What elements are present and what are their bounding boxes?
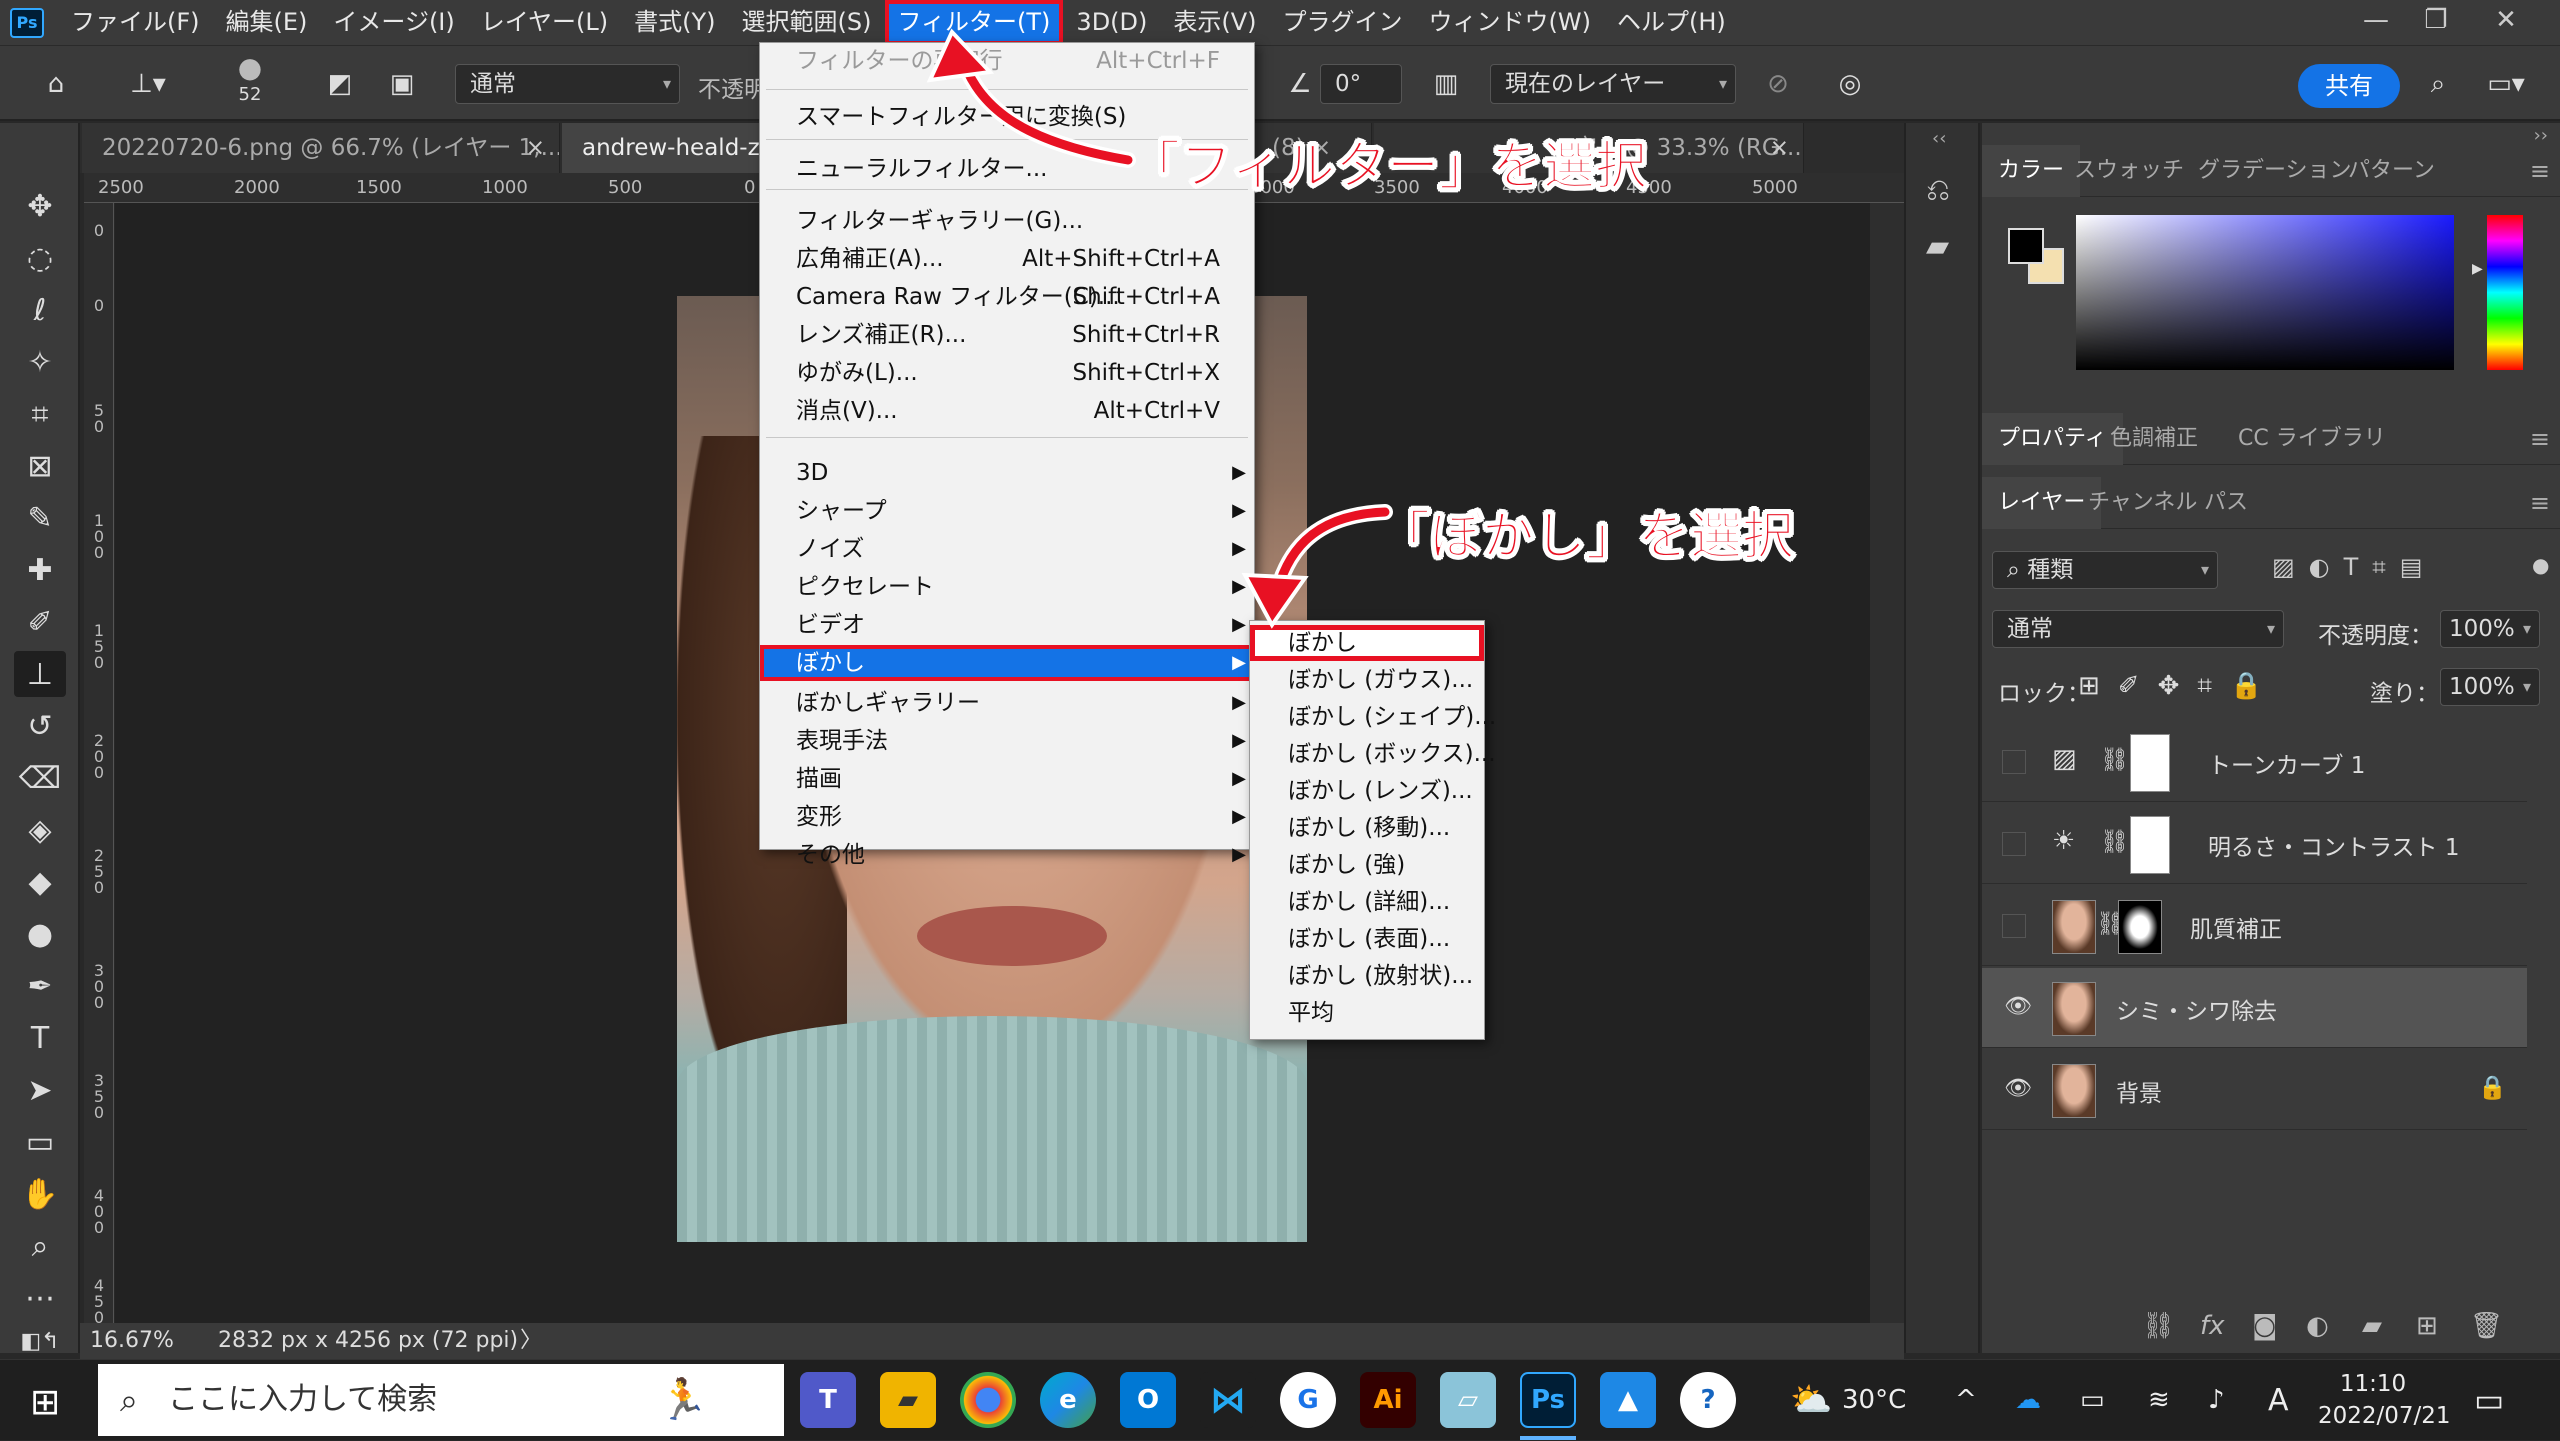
search-icon: ⌕ <box>120 1381 138 1419</box>
photos-icon[interactable]: ▲ <box>1600 1372 1656 1428</box>
g-app-icon[interactable]: G <box>1280 1372 1336 1428</box>
blur-arrow-head <box>1241 572 1309 629</box>
notes-icon[interactable]: ▱ <box>1440 1372 1496 1428</box>
battery-icon[interactable]: ▭ <box>2080 1360 2105 1441</box>
vscode-icon[interactable]: ⋈ <box>1200 1372 1256 1428</box>
filter-arrow-head <box>926 28 995 83</box>
windows-start-icon[interactable]: ⊞ <box>30 1382 60 1423</box>
clock[interactable]: 11:10 2022/07/21 <box>2318 1368 2451 1432</box>
wifi-icon[interactable]: ≋ <box>2148 1360 2170 1441</box>
blur-callout: 「ぼかし」を選択 <box>1377 507 1795 568</box>
search-highlight-icon: 🏃 <box>658 1377 708 1423</box>
annotation-arrows <box>926 28 1393 629</box>
active-app-indicator <box>1520 1436 1576 1440</box>
windows-taskbar: ⊞ ⌕ ここに入力して検索 🏃 T ▰ e O ⋈ G Ai ▱ Ps ▲ ? … <box>0 1359 2560 1440</box>
temperature[interactable]: 30°C <box>1842 1360 1906 1441</box>
ime-indicator[interactable]: A <box>2268 1360 2289 1441</box>
photoshop-taskbar-icon[interactable]: Ps <box>1520 1372 1576 1428</box>
weather-icon[interactable]: ⛅ <box>1790 1360 1832 1441</box>
tray-overflow-icon[interactable]: ^ <box>1955 1360 1977 1441</box>
clock-time: 11:10 <box>2339 1371 2407 1397</box>
taskbar-search-input[interactable]: ⌕ ここに入力して検索 🏃 <box>98 1364 784 1436</box>
filter-callout: 「フィルター」を選択 <box>1128 137 1648 198</box>
help-icon[interactable]: ? <box>1680 1372 1736 1428</box>
notifications-icon[interactable]: ▭ <box>2474 1360 2504 1441</box>
edge-icon[interactable]: e <box>1040 1372 1096 1428</box>
illustrator-icon[interactable]: Ai <box>1360 1372 1416 1428</box>
onedrive-icon[interactable]: ☁ <box>2015 1360 2041 1441</box>
chrome-icon[interactable] <box>960 1372 1016 1428</box>
clock-date: 2022/07/21 <box>2318 1403 2451 1429</box>
file-explorer-icon[interactable]: ▰ <box>880 1372 936 1428</box>
volume-icon[interactable]: ♪ <box>2208 1360 2225 1441</box>
teams-icon[interactable]: T <box>800 1372 856 1428</box>
outlook-icon[interactable]: O <box>1120 1372 1176 1428</box>
